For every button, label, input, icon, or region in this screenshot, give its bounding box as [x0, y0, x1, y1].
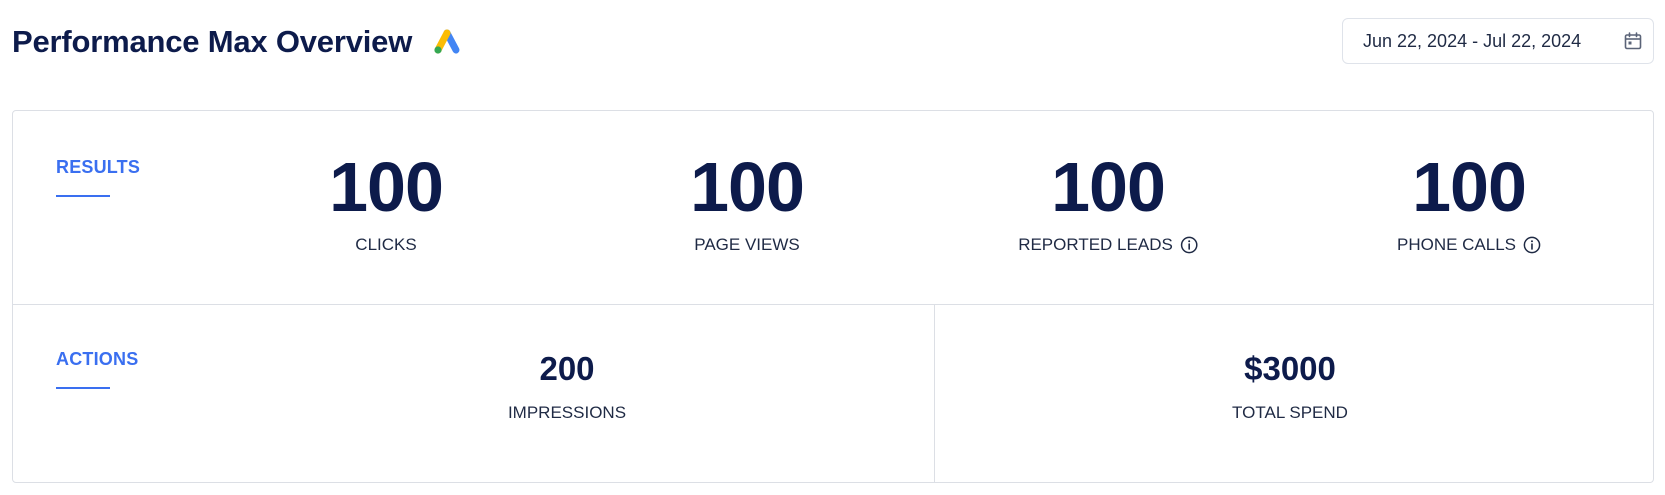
stat-total-spend: $3000 TOTAL SPEND: [1232, 351, 1348, 423]
actions-label: ACTIONS: [56, 349, 139, 369]
page-views-label-text: PAGE VIEWS: [694, 235, 800, 254]
page-views-value: 100: [690, 148, 805, 226]
phone-calls-label-text: PHONE CALLS: [1396, 235, 1517, 254]
stat-page-views: 100 PAGE VIEWS: [690, 148, 805, 255]
impressions-label: IMPRESSIONS: [507, 403, 627, 422]
clicks-label-text: CLICKS: [355, 235, 417, 254]
results-label: RESULTS: [56, 157, 141, 177]
phone-calls-label: PHONE CALLS: [1397, 235, 1541, 255]
actions-section: ACTIONS 200 IMPRESSIONS $3000 TOTAL SPEN…: [13, 305, 1653, 483]
title-wrap: Performance Max Overview: [12, 24, 462, 60]
calendar-icon[interactable]: [1623, 31, 1643, 51]
header: Performance Max Overview Jun 22, 2024 - …: [12, 18, 1654, 68]
google-ads-icon: [432, 28, 462, 56]
dashboard-page: Performance Max Overview Jun 22, 2024 - …: [0, 0, 1665, 495]
clicks-label: CLICKS: [329, 235, 443, 255]
page-views-label: PAGE VIEWS: [690, 235, 804, 255]
results-section: RESULTS 100 CLICKS 100 PAGE VIEWS 100 RE…: [13, 111, 1653, 305]
column-divider: [934, 305, 935, 483]
reported-leads-label-text: REPORTED LEADS: [1018, 235, 1173, 254]
results-underline: [56, 195, 110, 197]
stat-phone-calls: 100 PHONE CALLS: [1397, 151, 1541, 255]
info-icon[interactable]: [1523, 236, 1541, 254]
stat-reported-leads: 100 REPORTED LEADS: [1018, 151, 1198, 255]
phone-calls-value: 100: [1412, 148, 1527, 226]
total-spend-label: TOTAL SPEND: [1232, 403, 1348, 422]
page-title: Performance Max Overview: [12, 24, 413, 59]
total-spend-value: $3000: [1244, 350, 1336, 387]
info-icon[interactable]: [1180, 236, 1198, 254]
stat-clicks: 100 CLICKS: [329, 148, 444, 255]
stat-impressions: 200 IMPRESSIONS: [508, 351, 626, 423]
reported-leads-label: REPORTED LEADS: [1018, 235, 1198, 255]
date-range-picker[interactable]: Jun 22, 2024 - Jul 22, 2024: [1342, 18, 1654, 64]
overview-card: RESULTS 100 CLICKS 100 PAGE VIEWS 100 RE…: [12, 110, 1654, 483]
date-range-text: Jun 22, 2024 - Jul 22, 2024: [1363, 30, 1582, 51]
reported-leads-value: 100: [1051, 148, 1166, 226]
clicks-value: 100: [329, 148, 444, 226]
impressions-value: 200: [539, 350, 595, 387]
actions-underline: [56, 387, 110, 389]
